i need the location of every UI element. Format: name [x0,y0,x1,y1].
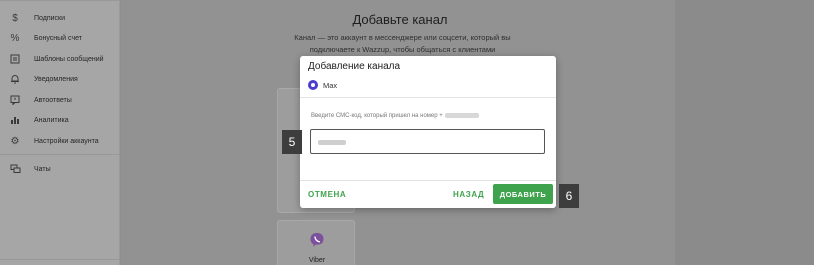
phone-number-redacted [444,113,479,118]
back-button[interactable]: НАЗАД [453,190,484,199]
step-badge: 5 [282,130,302,154]
channel-card-label: Viber [308,257,326,264]
gear-icon: ⚙ [10,135,20,147]
sidebar-item-label: Чаты [34,165,51,173]
sidebar-item-label: Настройки аккаунта [34,137,99,145]
step-badge: 6 [559,184,579,208]
cancel-button[interactable]: ОТМЕНА [308,190,346,199]
selected-channel: Max [308,78,337,92]
sidebar-item-analytics[interactable]: Аналитика [0,110,120,130]
percent-icon: % [10,32,20,44]
sidebar-item-account-settings[interactable]: ⚙ Настройки аккаунта [0,131,120,151]
page-subtitle: Канал — это аккаунт в мессенджере или со… [294,33,511,54]
sidebar: $ Подписки % Бонусный счет Шаблоны сообщ… [0,0,120,265]
bell-icon [9,73,21,85]
dialog-divider [300,180,556,181]
sidebar-item-label: Шаблоны сообщений [34,55,104,63]
sidebar-item-templates[interactable]: Шаблоны сообщений [0,49,120,69]
channel-card-viber[interactable]: Viber [277,220,355,265]
sidebar-item-label: Бонусный счет [34,34,82,42]
sidebar-item-subscriptions[interactable]: $ Подписки [0,8,120,28]
sidebar-item-label: Подписки [34,14,66,22]
page-title: Добавьте канал [352,12,448,27]
sidebar-item-bonus[interactable]: % Бонусный счет [0,28,120,48]
sidebar-item-label: Аналитика [34,116,69,124]
sidebar-item-autoreplies[interactable]: Автоответы [0,90,120,110]
right-panel [675,0,814,265]
dollar-icon: $ [12,12,18,24]
channel-name: Max [323,80,338,90]
chat-icon [9,163,21,175]
sms-code-hint: Введите СМС-код, который пришел на номер… [311,113,479,119]
bar-chart-icon [9,114,21,126]
sidebar-item-notifications[interactable]: Уведомления [0,69,120,89]
max-icon [308,80,318,90]
sidebar-item-label: Уведомления [34,75,78,83]
viber-icon [309,232,325,253]
sidebar-item-chats[interactable]: Чаты [0,159,120,179]
sidebar-divider [0,154,120,155]
sms-code-input[interactable] [310,129,545,154]
sidebar-divider [0,259,120,260]
add-channel-dialog: Добавление канала Max Введите СМС-код, к… [300,56,556,208]
dialog-divider [300,97,556,98]
sidebar-item-label: Автоответы [34,96,72,104]
document-icon [9,53,21,65]
sms-code-hint-text: Введите СМС-код, который пришел на номер… [311,113,443,120]
dialog-title: Добавление канала [308,61,401,72]
sidebar-divider [0,0,120,1]
code-value-redacted [318,140,346,145]
add-button[interactable]: ДОБАВИТЬ [493,184,553,204]
autoreply-icon [9,94,21,106]
